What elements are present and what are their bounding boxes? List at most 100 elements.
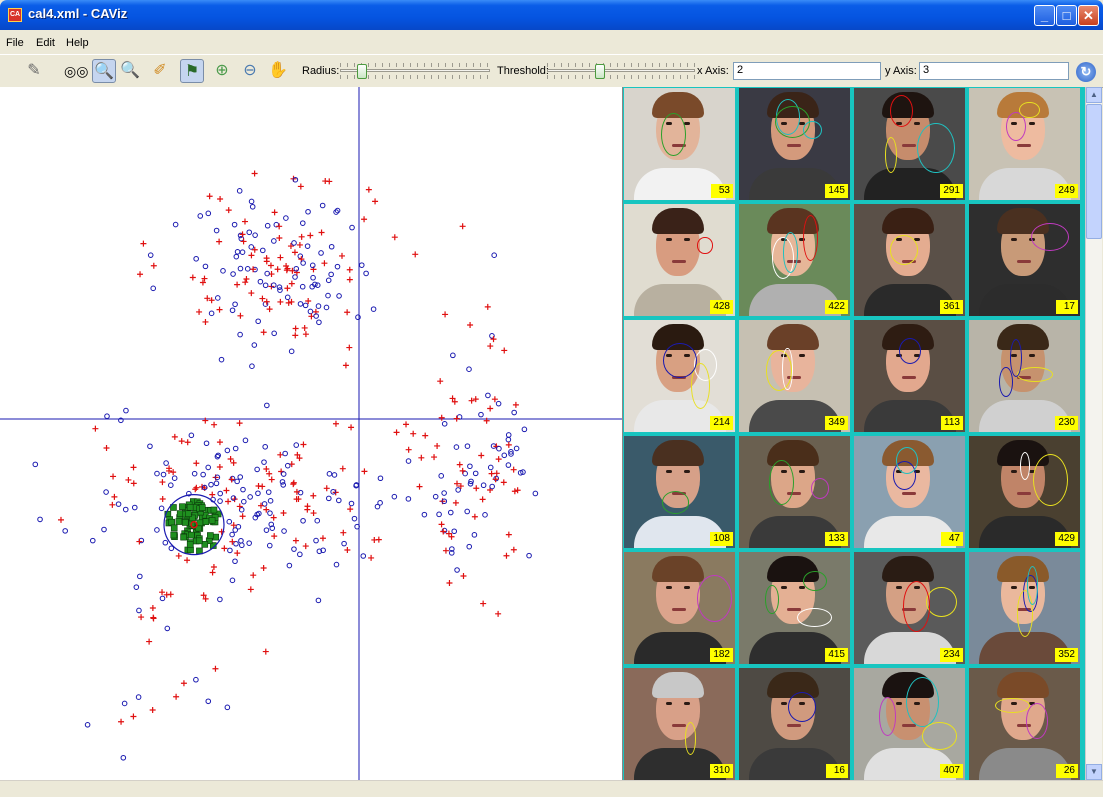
- blue-circle-point: [247, 494, 253, 500]
- face-thumbnail[interactable]: 16: [739, 668, 850, 780]
- hair: [882, 556, 934, 582]
- radius-slider-thumb[interactable]: [357, 64, 367, 79]
- menu-file[interactable]: File: [6, 37, 24, 49]
- close-button[interactable]: ✕: [1078, 5, 1099, 26]
- maximize-button[interactable]: □: [1056, 5, 1077, 26]
- face-thumbnail[interactable]: 182: [624, 552, 735, 664]
- zoom-in-icon[interactable]: ⊕: [210, 59, 234, 83]
- thumbnail-id-label: 108: [710, 532, 733, 546]
- eye: [896, 702, 902, 705]
- face-thumbnail[interactable]: 422: [739, 204, 850, 316]
- open-icon[interactable]: ✎: [22, 59, 46, 83]
- red-plus-point: [263, 298, 270, 305]
- face-thumbnail[interactable]: 53: [624, 88, 735, 200]
- blue-circle-point: [391, 493, 398, 500]
- red-plus-point: [223, 487, 230, 494]
- face-thumbnail[interactable]: 234: [854, 552, 965, 664]
- binoculars-icon[interactable]: ◎◎: [64, 59, 88, 83]
- blue-circle-point: [120, 754, 127, 761]
- selected-point: [170, 524, 178, 532]
- hair: [882, 208, 934, 234]
- red-plus-point: [149, 604, 156, 611]
- blue-circle-point: [235, 523, 242, 530]
- red-plus-point: [175, 552, 182, 559]
- scroll-thumb[interactable]: [1086, 104, 1102, 239]
- face-thumbnail[interactable]: 352: [969, 552, 1080, 664]
- hand-icon[interactable]: ✋: [266, 59, 290, 83]
- threshold-slider-thumb[interactable]: [595, 64, 605, 79]
- scatter-plot[interactable]: [0, 87, 623, 780]
- zoom-out-icon[interactable]: ⊖: [238, 59, 262, 83]
- face-thumbnail[interactable]: 113: [854, 320, 965, 432]
- gallery-scrollbar[interactable]: ▲ ▼: [1085, 87, 1102, 780]
- toolbar: ✎ ◎◎ 🔍 🔍 ✐ ⚑ ⊕ ⊖ ✋ Radius: Threshold: x …: [0, 54, 1103, 88]
- face-thumbnail[interactable]: 249: [969, 88, 1080, 200]
- face-thumbnail[interactable]: 108: [624, 436, 735, 548]
- red-plus-point: [487, 405, 494, 412]
- face-thumbnail[interactable]: 361: [854, 204, 965, 316]
- red-plus-point: [146, 638, 153, 645]
- face-thumbnail[interactable]: 429: [969, 436, 1080, 548]
- face-thumbnail[interactable]: 349: [739, 320, 850, 432]
- blue-circle-point: [160, 471, 167, 478]
- radius-slider[interactable]: [340, 63, 490, 79]
- red-plus-point: [412, 251, 419, 258]
- red-plus-point: [326, 178, 333, 185]
- blue-circle-point: [154, 470, 160, 477]
- scroll-down-icon[interactable]: ▼: [1086, 764, 1102, 780]
- face-thumbnail[interactable]: 26: [969, 668, 1080, 780]
- menu-help[interactable]: Help: [66, 37, 89, 49]
- scatter-plot-svg[interactable]: [0, 87, 622, 780]
- face-thumbnail[interactable]: 291: [854, 88, 965, 200]
- blue-circle-point: [164, 625, 171, 632]
- scroll-up-icon[interactable]: ▲: [1086, 87, 1102, 103]
- refresh-icon[interactable]: ↻: [1076, 62, 1096, 82]
- blue-circle-point: [447, 509, 454, 516]
- thumbnail-id-label: 17: [1056, 300, 1078, 314]
- face-thumbnail[interactable]: 407: [854, 668, 965, 780]
- thumbnail-id-label: 249: [1055, 184, 1078, 198]
- hair: [652, 440, 704, 466]
- eraser-icon[interactable]: ✐: [148, 59, 172, 83]
- red-plus-point: [488, 470, 495, 477]
- status-bar: [0, 780, 1103, 797]
- blue-circle-point: [242, 437, 249, 444]
- blue-circle-point: [374, 503, 381, 510]
- face-gallery[interactable]: 53 145 291 249 428 422 361 17 214 349 11…: [623, 87, 1085, 780]
- brush-icon[interactable]: ⚑: [180, 59, 204, 83]
- minimize-button[interactable]: _: [1034, 5, 1055, 26]
- face-thumbnail[interactable]: 230: [969, 320, 1080, 432]
- face-thumbnail[interactable]: 145: [739, 88, 850, 200]
- x-axis-field[interactable]: 2: [733, 62, 881, 80]
- blue-circle-point: [232, 301, 238, 308]
- blue-circle-point: [299, 283, 306, 290]
- blue-circle-point: [261, 459, 267, 465]
- red-plus-point: [339, 252, 345, 259]
- blue-circle-point: [259, 247, 266, 254]
- red-plus-point: [189, 274, 196, 281]
- red-plus-point: [495, 610, 502, 617]
- red-plus-point: [202, 417, 209, 424]
- face-thumbnail[interactable]: 133: [739, 436, 850, 548]
- zoom-w-icon[interactable]: 🔍: [92, 59, 116, 83]
- red-plus-point: [236, 420, 243, 427]
- face-thumbnail[interactable]: 47: [854, 436, 965, 548]
- face-thumbnail[interactable]: 428: [624, 204, 735, 316]
- face-thumbnail[interactable]: 17: [969, 204, 1080, 316]
- blue-circle-point: [297, 489, 304, 496]
- blue-circle-point: [495, 400, 502, 407]
- face-thumbnail[interactable]: 214: [624, 320, 735, 432]
- blue-circle-point: [316, 319, 322, 326]
- eye: [684, 586, 690, 589]
- face-thumbnail[interactable]: 310: [624, 668, 735, 780]
- eye: [896, 586, 902, 589]
- menu-edit[interactable]: Edit: [36, 37, 55, 49]
- zoom-l-icon[interactable]: 🔍: [118, 59, 142, 83]
- face-thumbnail[interactable]: 415: [739, 552, 850, 664]
- blue-circle-point: [237, 331, 243, 338]
- red-plus-point: [437, 378, 444, 385]
- threshold-slider[interactable]: [547, 63, 695, 79]
- blue-circle-point: [267, 510, 273, 516]
- y-axis-field[interactable]: 3: [919, 62, 1069, 80]
- blue-circle-point: [300, 517, 306, 524]
